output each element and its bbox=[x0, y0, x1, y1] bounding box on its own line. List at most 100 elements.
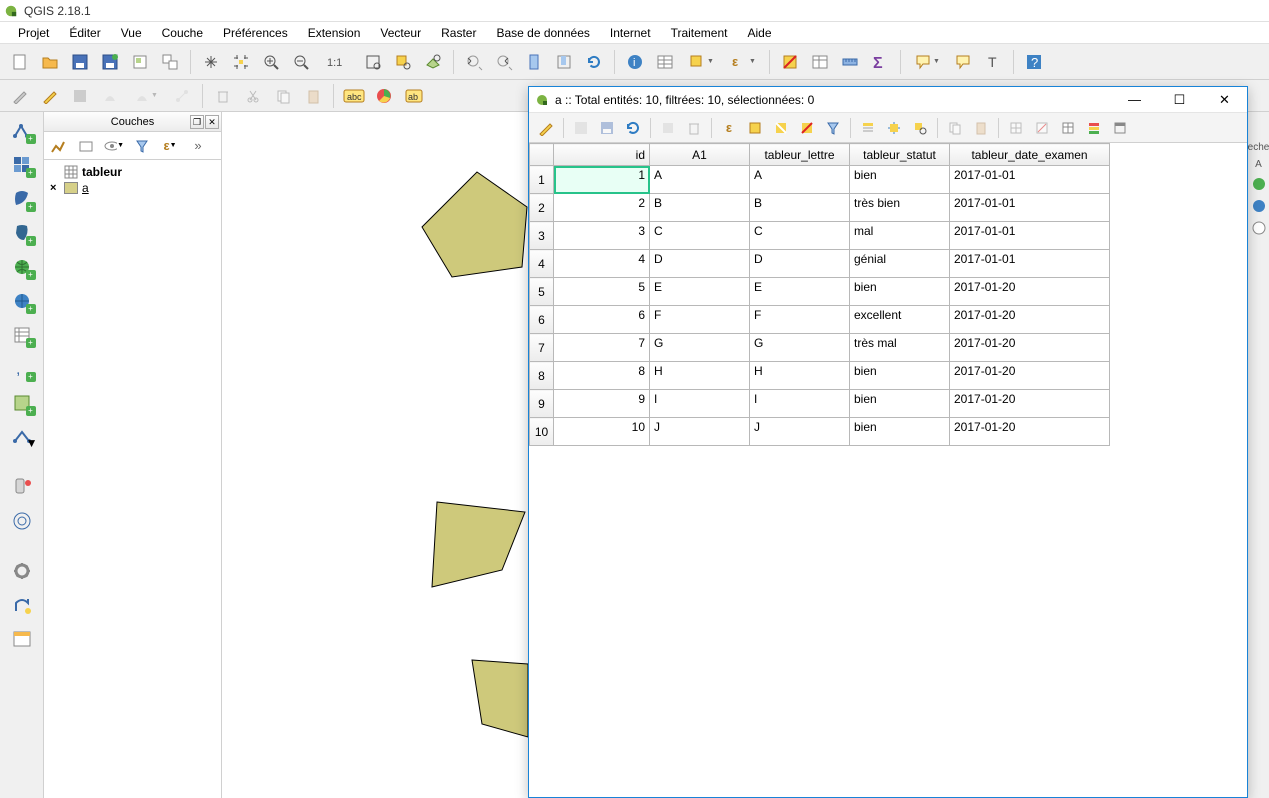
cell-id[interactable]: 7 bbox=[554, 334, 650, 362]
minimize-button[interactable]: — bbox=[1112, 87, 1157, 113]
new-shapefile-button[interactable]: + bbox=[4, 388, 40, 418]
table-row[interactable]: 33CCmal2017-01-01 bbox=[530, 222, 1110, 250]
cell-a1[interactable]: G bbox=[650, 334, 750, 362]
table-row[interactable]: 44DDgénial2017-01-01 bbox=[530, 250, 1110, 278]
pan-to-selected-button[interactable] bbox=[883, 117, 905, 139]
add-vector-layer-button[interactable]: + bbox=[4, 116, 40, 146]
add-spatialite-layer-button[interactable]: + bbox=[4, 184, 40, 214]
select-features-button[interactable]: ▼ bbox=[681, 48, 721, 76]
cell-id[interactable]: 8 bbox=[554, 362, 650, 390]
add-feature-button[interactable] bbox=[96, 82, 124, 110]
remove-icon[interactable]: × bbox=[50, 182, 60, 194]
add-delimited-text-button[interactable]: + bbox=[4, 320, 40, 350]
menu-extension[interactable]: Extension bbox=[300, 24, 369, 42]
new-project-button[interactable] bbox=[6, 48, 34, 76]
move-selection-top-button[interactable] bbox=[857, 117, 879, 139]
row-header[interactable]: 6 bbox=[530, 306, 554, 334]
new-print-composer-button[interactable] bbox=[126, 48, 154, 76]
cell-date[interactable]: 2017-01-20 bbox=[950, 362, 1110, 390]
show-bookmarks-button[interactable] bbox=[550, 48, 578, 76]
cell-id[interactable]: 6 bbox=[554, 306, 650, 334]
column-header-lettre[interactable]: tableur_lettre bbox=[750, 144, 850, 166]
maximize-button[interactable]: ☐ bbox=[1157, 87, 1202, 113]
statistics-button[interactable]: Σ bbox=[866, 48, 894, 76]
cell-a1[interactable]: D bbox=[650, 250, 750, 278]
column-header-date[interactable]: tableur_date_examen bbox=[950, 144, 1110, 166]
move-feature-button[interactable]: ▼ bbox=[126, 82, 166, 110]
menu-raster[interactable]: Raster bbox=[433, 24, 484, 42]
cell-lettre[interactable]: A bbox=[750, 166, 850, 194]
menu-preferences[interactable]: Préférences bbox=[215, 24, 296, 42]
cell-statut[interactable]: bien bbox=[850, 278, 950, 306]
table-row[interactable]: 22BBtrès bien2017-01-01 bbox=[530, 194, 1110, 222]
menu-traitement[interactable]: Traitement bbox=[663, 24, 736, 42]
add-postgis-layer-button[interactable]: + bbox=[4, 218, 40, 248]
metasearch-button[interactable] bbox=[4, 624, 40, 654]
pan-button[interactable] bbox=[197, 48, 225, 76]
zoom-to-selected-button[interactable] bbox=[909, 117, 931, 139]
cell-a1[interactable]: H bbox=[650, 362, 750, 390]
row-header[interactable]: 5 bbox=[530, 278, 554, 306]
layers-panel-float-icon[interactable]: ❐ bbox=[190, 115, 204, 129]
copy-selected-button[interactable] bbox=[944, 117, 966, 139]
table-row[interactable]: 99IIbien2017-01-20 bbox=[530, 390, 1110, 418]
cell-a1[interactable]: E bbox=[650, 278, 750, 306]
table-row[interactable]: 88HHbien2017-01-20 bbox=[530, 362, 1110, 390]
cell-id[interactable]: 1 bbox=[554, 166, 650, 194]
zoom-to-layer-button[interactable] bbox=[419, 48, 447, 76]
cut-features-button[interactable] bbox=[239, 82, 267, 110]
cell-statut[interactable]: mal bbox=[850, 222, 950, 250]
cell-id[interactable]: 2 bbox=[554, 194, 650, 222]
row-header[interactable]: 9 bbox=[530, 390, 554, 418]
add-raster-layer-button[interactable]: + bbox=[4, 150, 40, 180]
globe-icon[interactable] bbox=[1251, 176, 1267, 192]
row-header[interactable]: 7 bbox=[530, 334, 554, 362]
deselect-all-button[interactable] bbox=[776, 48, 804, 76]
cell-statut[interactable]: bien bbox=[850, 418, 950, 446]
add-wfs-layer-button[interactable]: + bbox=[4, 286, 40, 316]
cell-id[interactable]: 10 bbox=[554, 418, 650, 446]
cell-a1[interactable]: J bbox=[650, 418, 750, 446]
invert-selection-button[interactable] bbox=[770, 117, 792, 139]
globe-blue-icon[interactable] bbox=[1251, 198, 1267, 214]
row-header[interactable]: 3 bbox=[530, 222, 554, 250]
column-header-a1[interactable]: A1 bbox=[650, 144, 750, 166]
new-geopackage-button[interactable]: ▼ bbox=[4, 422, 40, 452]
cell-id[interactable]: 5 bbox=[554, 278, 650, 306]
processing-toolbox-button[interactable] bbox=[4, 556, 40, 586]
node-tool-button[interactable] bbox=[168, 82, 196, 110]
filter-selection-button[interactable] bbox=[822, 117, 844, 139]
cell-statut[interactable]: très mal bbox=[850, 334, 950, 362]
save-edits-button[interactable] bbox=[596, 117, 618, 139]
deselect-all-button[interactable] bbox=[796, 117, 818, 139]
dock-window-button[interactable] bbox=[1109, 117, 1131, 139]
table-row[interactable]: 66FFexcellent2017-01-20 bbox=[530, 306, 1110, 334]
cell-date[interactable]: 2017-01-20 bbox=[950, 278, 1110, 306]
copy-features-button[interactable] bbox=[269, 82, 297, 110]
annotation-button[interactable] bbox=[949, 48, 977, 76]
layers-expression-button[interactable]: ε▼ bbox=[160, 136, 180, 156]
cell-lettre[interactable]: F bbox=[750, 306, 850, 334]
add-feature-button[interactable] bbox=[657, 117, 679, 139]
cell-date[interactable]: 2017-01-01 bbox=[950, 194, 1110, 222]
layers-style-button[interactable] bbox=[48, 136, 68, 156]
menu-vue[interactable]: Vue bbox=[113, 24, 150, 42]
delete-selected-button[interactable] bbox=[683, 117, 705, 139]
table-row[interactable]: 77GGtrès mal2017-01-20 bbox=[530, 334, 1110, 362]
cell-date[interactable]: 2017-01-20 bbox=[950, 334, 1110, 362]
zoom-full-button[interactable] bbox=[359, 48, 387, 76]
cell-statut[interactable]: génial bbox=[850, 250, 950, 278]
cell-a1[interactable]: C bbox=[650, 222, 750, 250]
delete-selected-button[interactable] bbox=[209, 82, 237, 110]
layers-visibility-button[interactable]: ▼ bbox=[104, 136, 124, 156]
cell-id[interactable]: 9 bbox=[554, 390, 650, 418]
cell-statut[interactable]: bien bbox=[850, 166, 950, 194]
zoom-in-button[interactable] bbox=[257, 48, 285, 76]
layers-tree[interactable]: tableur × a bbox=[44, 160, 221, 798]
diagram-button[interactable] bbox=[370, 82, 398, 110]
feature-polygon-2[interactable] bbox=[432, 502, 525, 587]
identify-button[interactable]: i bbox=[621, 48, 649, 76]
info-icon[interactable] bbox=[1251, 220, 1267, 236]
menu-basedonnees[interactable]: Base de données bbox=[488, 24, 597, 42]
gps-information-button[interactable] bbox=[4, 472, 40, 502]
